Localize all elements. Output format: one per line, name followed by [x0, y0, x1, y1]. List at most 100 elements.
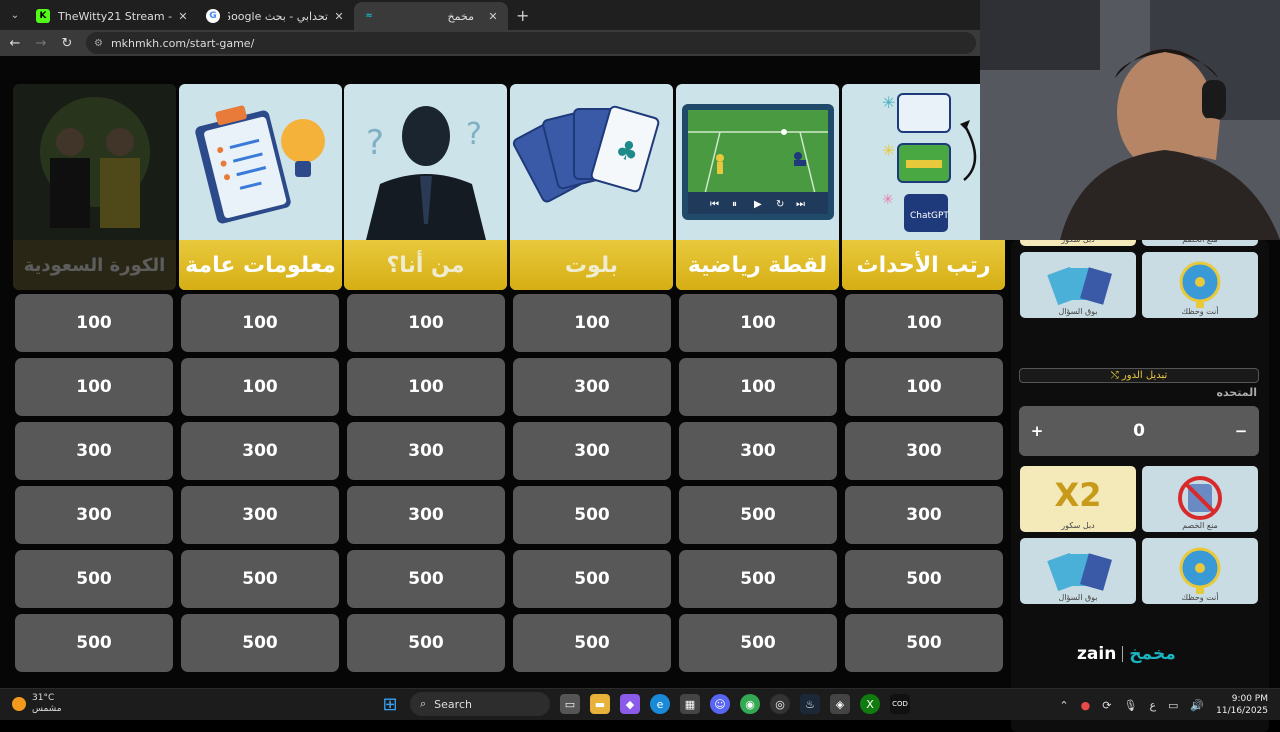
app-tray-icon[interactable]: ●: [1081, 699, 1091, 712]
switch-turn-button[interactable]: تبديل الدور ⤭: [1019, 368, 1259, 383]
question-cell[interactable]: 500: [15, 614, 173, 672]
question-cell[interactable]: 500: [181, 614, 339, 672]
browser-tab-google[interactable]: G تحدابي - بحث Google ✕: [198, 2, 354, 30]
category-sports-shot[interactable]: ⏮ ⏸ ▶ ↻ ⏭ لقطة رياضية: [676, 84, 839, 290]
question-cell[interactable]: 500: [513, 486, 671, 544]
browser-tab-kick[interactable]: K TheWitty21 Stream - Watch Liv ✕: [28, 2, 198, 30]
question-cell[interactable]: 300: [181, 486, 339, 544]
url-field[interactable]: ⚙ mkhmkh.com/start-game/: [86, 32, 976, 54]
question-cell[interactable]: 100: [181, 358, 339, 416]
clock[interactable]: 9:00 PM 11/16/2025: [1216, 693, 1268, 717]
double-score-lifeline[interactable]: X2 دبل سكور: [1020, 466, 1136, 532]
network-icon[interactable]: ▭: [1168, 699, 1178, 712]
tab-title: مخمخ: [447, 9, 474, 23]
question-cell[interactable]: 100: [845, 294, 1003, 352]
category-baloot[interactable]: ♣ بلوت: [510, 84, 673, 290]
discord-icon[interactable]: ☺: [710, 694, 730, 714]
category-saudi-football[interactable]: الكورة السعودية: [13, 84, 176, 290]
address-bar-row: ← → ↻ ⚙ mkhmkh.com/start-game/: [0, 30, 980, 56]
football-video-icon: ⏮ ⏸ ▶ ↻ ⏭: [676, 84, 839, 240]
question-cell[interactable]: 500: [679, 550, 837, 608]
question-cell[interactable]: 100: [181, 294, 339, 352]
question-cell[interactable]: 300: [15, 422, 173, 480]
volume-icon[interactable]: 🔊: [1190, 699, 1204, 712]
top-lifelines: دبل سكور منع الخصم بوق السؤال أنت وحظك: [1020, 228, 1258, 318]
your-luck-lifeline[interactable]: أنت وحظك: [1142, 538, 1258, 604]
trumpet-question-lifeline[interactable]: بوق السؤال: [1020, 252, 1136, 318]
call-of-duty-icon[interactable]: COD: [890, 694, 910, 714]
question-cell[interactable]: 500: [347, 614, 505, 672]
trumpet-question-lifeline[interactable]: بوق السؤال: [1020, 538, 1136, 604]
microphone-icon[interactable]: 🎙: [1123, 699, 1137, 712]
windows-start-icon[interactable]: ⊞: [380, 694, 400, 715]
close-tab-icon[interactable]: ✕: [486, 10, 500, 23]
question-cell[interactable]: 500: [513, 614, 671, 672]
back-arrow-icon[interactable]: ←: [4, 36, 26, 51]
language-indicator[interactable]: ع: [1149, 699, 1156, 712]
question-cell[interactable]: 500: [845, 550, 1003, 608]
question-cell[interactable]: 300: [347, 422, 505, 480]
steam-icon[interactable]: ♨: [800, 694, 820, 714]
question-cell[interactable]: 300: [513, 422, 671, 480]
question-cell[interactable]: 500: [15, 550, 173, 608]
browser-tab-mkhmkh[interactable]: ≈ مخمخ ✕: [354, 2, 508, 30]
taskbar-search[interactable]: ⌕ Search: [410, 692, 550, 716]
category-general-knowledge[interactable]: معلومات عامة: [179, 84, 342, 290]
bottom-lifelines: X2 دبل سكور منع الخصم بوق السؤال أنت وحظ…: [1020, 466, 1258, 604]
search-icon: ⌕: [420, 697, 427, 710]
file-explorer-icon[interactable]: ▬: [590, 694, 610, 714]
reload-icon[interactable]: ↻: [56, 36, 78, 51]
question-cell[interactable]: 100: [15, 358, 173, 416]
tab-list-chevron-icon[interactable]: ⌄: [2, 2, 28, 28]
question-cell[interactable]: 100: [347, 358, 505, 416]
search-label: Search: [434, 697, 472, 711]
question-cell[interactable]: 300: [15, 486, 173, 544]
sync-icon[interactable]: ⟳: [1102, 699, 1111, 712]
sponsor-brand: zain مخمخ: [1077, 644, 1176, 664]
tab-title: تحدابي - بحث Google: [228, 9, 328, 23]
close-tab-icon[interactable]: ✕: [176, 10, 190, 23]
question-cell[interactable]: 100: [679, 358, 837, 416]
question-cell[interactable]: 100: [679, 294, 837, 352]
close-tab-icon[interactable]: ✕: [332, 10, 346, 23]
app-icon[interactable]: ◈: [830, 694, 850, 714]
question-cell[interactable]: 100: [347, 294, 505, 352]
question-cell[interactable]: 500: [679, 614, 837, 672]
forward-arrow-icon[interactable]: →: [30, 36, 52, 51]
xbox-icon[interactable]: X: [860, 694, 880, 714]
question-cell[interactable]: 500: [181, 550, 339, 608]
increase-score-button[interactable]: +: [1029, 422, 1045, 440]
decrease-score-button[interactable]: −: [1233, 422, 1249, 440]
question-cell[interactable]: 100: [15, 294, 173, 352]
task-view-icon[interactable]: ▭: [560, 694, 580, 714]
block-opponent-lifeline[interactable]: منع الخصم: [1142, 466, 1258, 532]
store-icon[interactable]: ▦: [680, 694, 700, 714]
question-cell[interactable]: 500: [513, 550, 671, 608]
category-who-am-i[interactable]: ? ? ? من أنا؟: [344, 84, 507, 290]
question-cell[interactable]: 500: [347, 550, 505, 608]
weather-widget[interactable]: 31°C مشمس: [12, 693, 62, 715]
copilot-icon[interactable]: ◆: [620, 694, 640, 714]
question-cell[interactable]: 100: [845, 358, 1003, 416]
brand-divider: [1122, 646, 1124, 662]
new-tab-button[interactable]: +: [516, 6, 529, 25]
svg-text:⏸: ⏸: [732, 199, 737, 210]
question-cell[interactable]: 300: [513, 358, 671, 416]
question-cell[interactable]: 300: [679, 422, 837, 480]
lifeline-caption: بوق السؤال: [1058, 307, 1098, 316]
kick-favicon-icon: K: [36, 9, 50, 23]
question-cell[interactable]: 100: [513, 294, 671, 352]
question-cell[interactable]: 300: [845, 422, 1003, 480]
question-cell[interactable]: 500: [679, 486, 837, 544]
question-cell[interactable]: 500: [845, 614, 1003, 672]
question-cell[interactable]: 300: [347, 486, 505, 544]
chrome-icon[interactable]: ◉: [740, 694, 760, 714]
question-cell[interactable]: 300: [845, 486, 1003, 544]
lifeline-caption: أنت وحظك: [1181, 307, 1219, 316]
edge-icon[interactable]: e: [650, 694, 670, 714]
your-luck-lifeline[interactable]: أنت وحظك: [1142, 252, 1258, 318]
obs-icon[interactable]: ◎: [770, 694, 790, 714]
chevron-up-icon[interactable]: ⌃: [1059, 699, 1068, 712]
question-cell[interactable]: 300: [181, 422, 339, 480]
site-info-icon[interactable]: ⚙: [94, 38, 103, 49]
